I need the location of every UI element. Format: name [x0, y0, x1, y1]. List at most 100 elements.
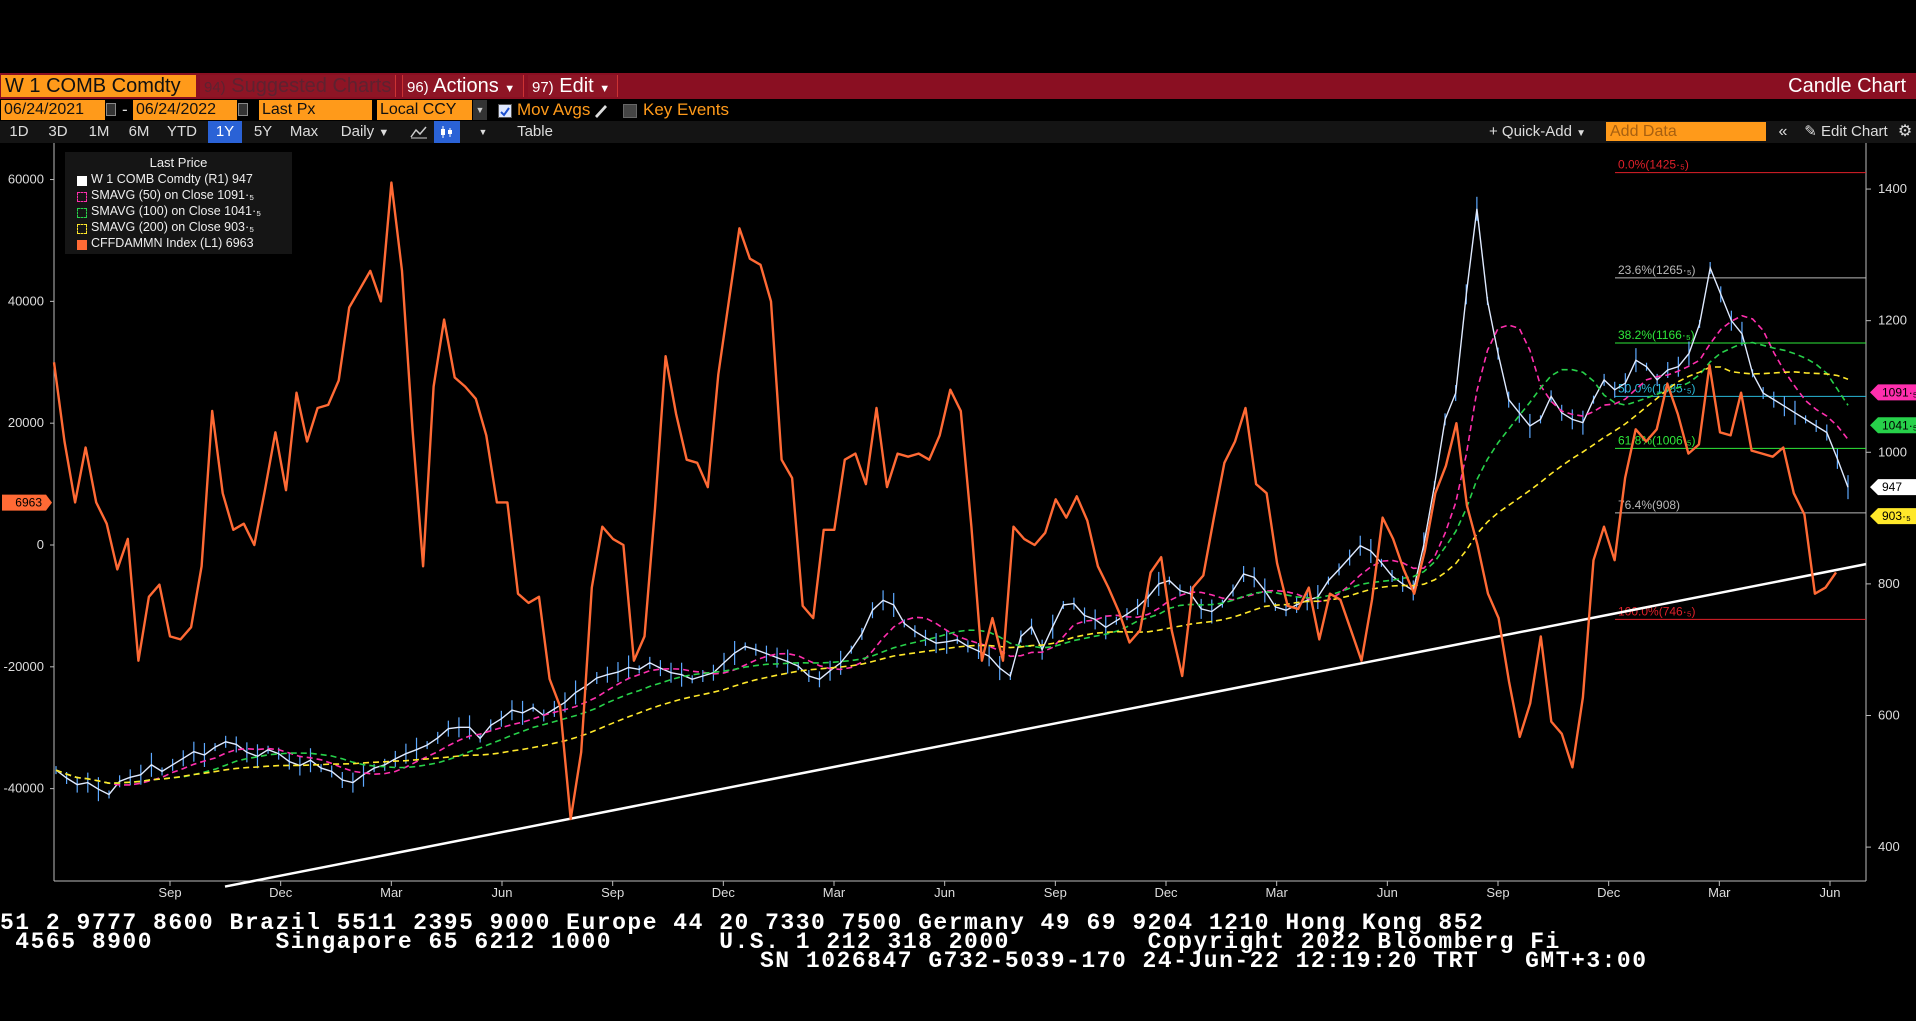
- start-date-field[interactable]: 06/24/2021: [1, 100, 105, 120]
- price-tag-label: 947: [1882, 480, 1902, 494]
- suggested-charts-label: Suggested Charts: [231, 75, 392, 97]
- legend-item-sma200[interactable]: SMAVG (200) on Close 903·₅: [91, 220, 254, 235]
- legend-swatch-sma50: [77, 192, 87, 202]
- currency-select[interactable]: Local CCY: [377, 100, 472, 120]
- fib-level-label: 38.2%(1166·₅): [1618, 328, 1695, 342]
- period-5y-button[interactable]: 5Y: [245, 121, 281, 143]
- x-tick-label: Sep: [158, 885, 181, 900]
- left-tick-label: 60000: [8, 172, 44, 187]
- left-tick-label: 40000: [8, 293, 44, 308]
- suggested-charts-button[interactable]: 94) Suggested Charts: [200, 75, 396, 97]
- actions-number: 96): [407, 79, 429, 96]
- period-1d-button[interactable]: 1D: [0, 121, 38, 143]
- chart-axes: 60000 40000 20000 0 -20000 -40000 1400 1200 1000…: [4, 143, 1907, 900]
- x-tick-label: Dec: [1597, 885, 1621, 900]
- legend-swatch-price: [77, 176, 87, 186]
- quick-add-label: + Quick-Add: [1488, 123, 1572, 140]
- actions-menu-button[interactable]: 96) Actions ▼: [402, 75, 524, 97]
- legend-swatch-sma100: [77, 208, 87, 218]
- edit-chart-button[interactable]: ✎ Edit Chart: [1800, 121, 1892, 143]
- chart-legend[interactable]: Last Price W 1 COMB Comdty (R1) 947 SMAV…: [65, 152, 292, 254]
- legend-title: Last Price: [149, 155, 208, 170]
- x-tick-label: Sep: [601, 885, 624, 900]
- right-tick-label: 400: [1878, 839, 1900, 854]
- right-tick-label: 800: [1878, 576, 1900, 591]
- left-tick-label: 20000: [8, 415, 44, 430]
- period-3d-button[interactable]: 3D: [40, 121, 76, 143]
- x-tick-label: Dec: [1154, 885, 1178, 900]
- left-tick-label: 0: [37, 537, 44, 552]
- period-ytd-button[interactable]: YTD: [160, 121, 204, 143]
- calendar-icon[interactable]: [238, 103, 248, 116]
- quick-add-button[interactable]: + Quick-Add ▼: [1480, 121, 1595, 143]
- x-tick-label: Mar: [823, 885, 846, 900]
- key-events-label: Key Events: [643, 100, 729, 119]
- x-tick-label: Jun: [1820, 885, 1841, 900]
- chevron-down-icon[interactable]: ▼: [473, 121, 493, 143]
- trend-line[interactable]: [224, 562, 1867, 888]
- end-date-field[interactable]: 06/24/2022: [133, 100, 237, 120]
- x-tick-label: Dec: [269, 885, 293, 900]
- fib-level-label: 76.4%(908): [1618, 498, 1680, 512]
- right-tick-label: 1400: [1878, 181, 1907, 196]
- gear-icon[interactable]: ⚙: [1895, 121, 1915, 143]
- frequency-label: Daily: [340, 123, 375, 140]
- x-tick-label: Mar: [380, 885, 403, 900]
- x-tick-label: Mar: [1265, 885, 1288, 900]
- period-1m-button[interactable]: 1M: [80, 121, 118, 143]
- right-tick-label: 1200: [1878, 313, 1907, 328]
- legend-item-sma100[interactable]: SMAVG (100) on Close 1041·₅: [91, 204, 261, 219]
- period-1y-button[interactable]: 1Y: [208, 121, 242, 143]
- x-tick-label: Jun: [492, 885, 513, 900]
- legend-item-price[interactable]: W 1 COMB Comdty (R1) 947: [91, 172, 253, 187]
- edit-chart-label: Edit Chart: [1821, 123, 1888, 140]
- x-tick-label: Sep: [1044, 885, 1067, 900]
- legend-item-sma50[interactable]: SMAVG (50) on Close 1091·₅: [91, 188, 254, 203]
- chevron-down-icon: ▼: [378, 127, 390, 139]
- x-tick-label: Dec: [712, 885, 736, 900]
- checkmark-icon: [500, 107, 510, 117]
- x-tick-label: Mar: [1708, 885, 1731, 900]
- mov-avgs-label: Mov Avgs: [517, 100, 591, 119]
- fibonacci-retracement[interactable]: 0.0%(1425·₅)23.6%(1265·₅)38.2%(1166·₅)50…: [1615, 158, 1866, 620]
- table-button[interactable]: Table: [503, 121, 567, 143]
- x-tick-label: Sep: [1486, 885, 1509, 900]
- chevron-down-icon: ▼: [504, 83, 516, 95]
- price-chart[interactable]: 60000 40000 20000 0 -20000 -40000 1400 1200 1000…: [0, 143, 1916, 900]
- price-tag-label: 1091·₅: [1882, 385, 1916, 399]
- candle-chart-icon[interactable]: [434, 121, 460, 143]
- key-events-checkbox[interactable]: [623, 104, 637, 118]
- mov-avgs-checkbox[interactable]: [498, 104, 512, 118]
- frequency-select[interactable]: Daily ▼: [330, 121, 400, 143]
- session-info-line: SN 1026847 G732-5039-170 24-Jun-22 12:19…: [760, 948, 1648, 974]
- chevron-down-icon: ▼: [1576, 128, 1587, 139]
- left-tick-label: -20000: [4, 659, 44, 674]
- price-field-select[interactable]: Last Px: [259, 100, 372, 120]
- edit-menu-button[interactable]: 97) Edit ▼: [528, 75, 618, 97]
- pencil-icon[interactable]: [592, 101, 608, 119]
- period-max-button[interactable]: Max: [284, 121, 324, 143]
- right-tick-label: 1000: [1878, 444, 1907, 459]
- suggested-charts-number: 94): [204, 79, 226, 96]
- pencil-icon: ✎: [1804, 123, 1817, 140]
- chevron-down-icon: ▼: [599, 83, 611, 95]
- price-series-line: [55, 208, 1849, 796]
- collapse-left-icon[interactable]: «: [1772, 121, 1794, 143]
- edit-number: 97): [532, 79, 554, 96]
- ticker-input[interactable]: W 1 COMB Comdty: [1, 75, 196, 97]
- chart-series: [52, 181, 1867, 888]
- add-data-input[interactable]: Add Data: [1606, 122, 1766, 141]
- legend-item-cffdammn[interactable]: CFFDAMMN Index (L1) 6963: [91, 236, 254, 251]
- line-chart-icon[interactable]: [407, 121, 431, 143]
- price-tag-label: 1041·₅: [1882, 418, 1916, 432]
- chart-type-title: Candle Chart: [1788, 75, 1906, 97]
- left-tick-label: -40000: [4, 781, 44, 796]
- chevron-down-icon[interactable]: ▼: [473, 100, 487, 120]
- calendar-icon[interactable]: [106, 103, 116, 116]
- legend-swatch-sma200: [77, 224, 87, 234]
- legend-swatch-cffdammn: [77, 240, 87, 250]
- date-separator: -: [122, 100, 128, 119]
- price-tag-label: 903·₅: [1882, 509, 1911, 523]
- period-6m-button[interactable]: 6M: [121, 121, 157, 143]
- edit-label: Edit: [559, 75, 594, 97]
